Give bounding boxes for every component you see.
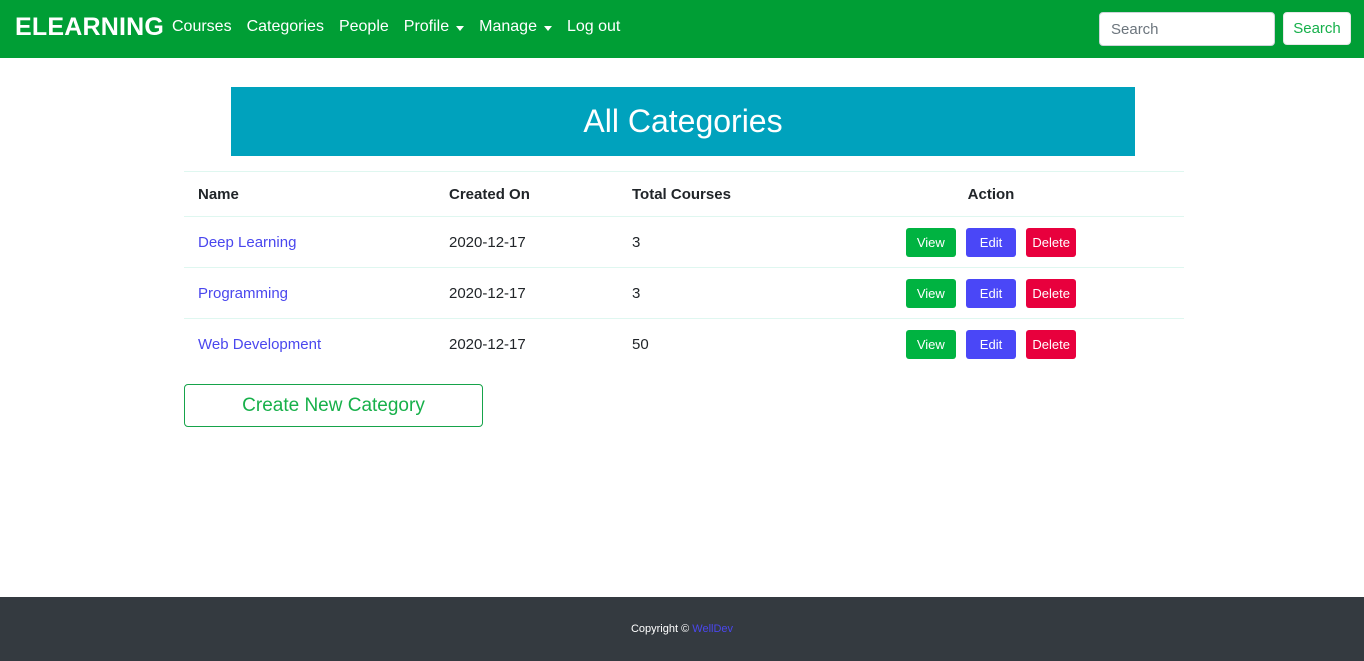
edit-button[interactable]: Edit bbox=[966, 278, 1016, 308]
footer: Copyright © WellDev bbox=[0, 597, 1364, 661]
cell-created-on: 2020-12-17 bbox=[435, 216, 618, 268]
delete-button[interactable]: Delete bbox=[1026, 227, 1077, 257]
view-button[interactable]: View bbox=[905, 329, 956, 359]
create-category-button[interactable]: Create New Category bbox=[184, 384, 483, 427]
page-banner: All Categories bbox=[231, 87, 1135, 156]
nav-links: Courses Categories People Profile Manage… bbox=[172, 18, 635, 36]
brand-logo[interactable]: ELEARNING bbox=[15, 13, 164, 42]
cell-action: View Edit Delete bbox=[798, 267, 1184, 319]
caret-down-icon bbox=[456, 25, 465, 31]
cell-total-courses: 3 bbox=[618, 216, 798, 268]
categories-table: Name Created On Total Courses Action Dee… bbox=[184, 171, 1184, 370]
cell-created-on: 2020-12-17 bbox=[435, 267, 618, 319]
search-input[interactable] bbox=[1099, 12, 1275, 46]
owner-link[interactable]: WellDev bbox=[692, 623, 733, 635]
view-button[interactable]: View bbox=[905, 278, 956, 308]
cell-total-courses: 3 bbox=[618, 267, 798, 319]
header-name: Name bbox=[184, 171, 435, 217]
copyright-label: Copyright © bbox=[630, 623, 690, 635]
nav-link-logout[interactable]: Log out bbox=[567, 18, 620, 36]
search-button[interactable]: Search bbox=[1283, 12, 1351, 45]
nav-link-categories[interactable]: Categories bbox=[247, 18, 324, 36]
category-link[interactable]: Deep Learning bbox=[198, 234, 296, 251]
top-navbar: ELEARNING Courses Categories People Prof… bbox=[0, 0, 1364, 58]
view-button[interactable]: View bbox=[905, 227, 956, 257]
table-row: Web Development 2020-12-17 50 View Edit … bbox=[184, 318, 1184, 370]
table-row: Deep Learning 2020-12-17 3 View Edit Del… bbox=[184, 216, 1184, 268]
cell-name: Web Development bbox=[184, 318, 435, 370]
page-title: All Categories bbox=[583, 103, 783, 139]
delete-button[interactable]: Delete bbox=[1026, 329, 1077, 359]
cell-created-on: 2020-12-17 bbox=[435, 318, 618, 370]
cell-action: View Edit Delete bbox=[798, 216, 1184, 268]
category-link[interactable]: Programming bbox=[198, 285, 288, 302]
nav-dropdown-profile-label: Profile bbox=[403, 18, 450, 35]
table-row: Programming 2020-12-17 3 View Edit Delet… bbox=[184, 267, 1184, 319]
header-total-courses: Total Courses bbox=[618, 171, 798, 217]
nav-link-people[interactable]: People bbox=[339, 18, 389, 36]
edit-button[interactable]: Edit bbox=[966, 329, 1016, 359]
header-action: Action bbox=[798, 171, 1184, 217]
cell-name: Deep Learning bbox=[184, 216, 435, 268]
category-link[interactable]: Web Development bbox=[198, 336, 321, 353]
nav-dropdown-manage-label: Manage bbox=[479, 18, 537, 35]
nav-dropdown-manage[interactable]: Manage bbox=[479, 18, 552, 36]
edit-button[interactable]: Edit bbox=[966, 227, 1016, 257]
delete-button[interactable]: Delete bbox=[1026, 278, 1077, 308]
caret-down-icon bbox=[543, 25, 552, 31]
cell-name: Programming bbox=[184, 267, 435, 319]
table-header-row: Name Created On Total Courses Action bbox=[184, 171, 1184, 217]
cell-total-courses: 50 bbox=[618, 318, 798, 370]
copyright-text: Copyright © WellDev bbox=[631, 623, 733, 635]
header-created-on: Created On bbox=[435, 171, 618, 217]
nav-dropdown-profile[interactable]: Profile bbox=[403, 18, 465, 36]
cell-action: View Edit Delete bbox=[798, 318, 1184, 370]
nav-link-courses[interactable]: Courses bbox=[172, 18, 232, 36]
